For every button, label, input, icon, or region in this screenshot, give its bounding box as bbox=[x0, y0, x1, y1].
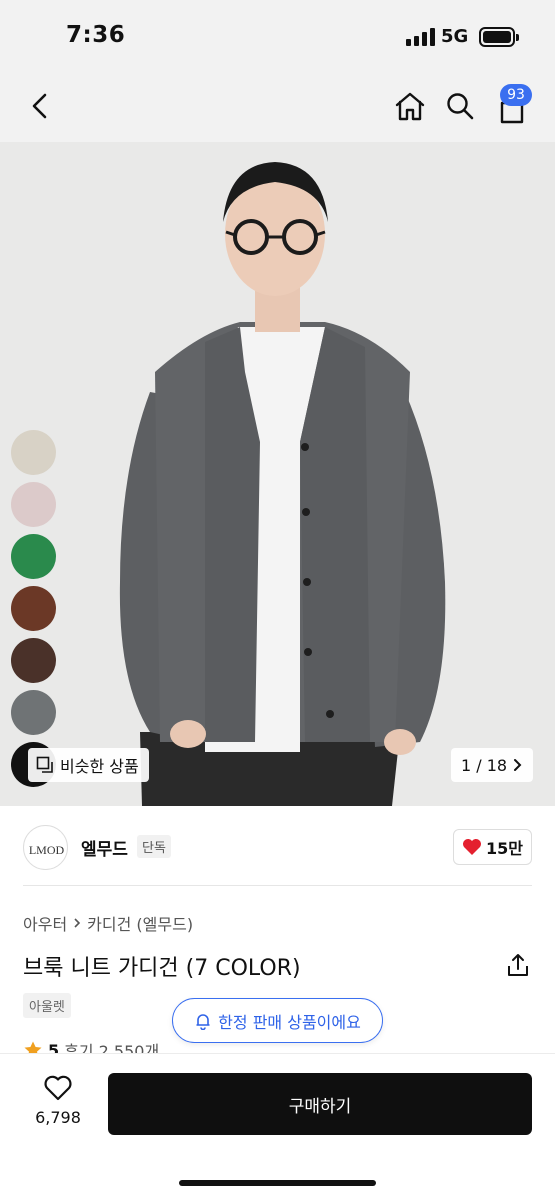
share-button[interactable] bbox=[504, 951, 532, 979]
outlet-tag: 아울렛 bbox=[23, 993, 71, 1018]
color-swatch[interactable] bbox=[11, 482, 56, 527]
chevron-left-icon bbox=[32, 93, 47, 119]
breadcrumb: 아우터 카디건 (엘무드) bbox=[23, 911, 193, 935]
heart-filled-icon bbox=[463, 839, 481, 855]
brand-logo[interactable]: LMOD bbox=[23, 825, 68, 870]
exclusive-badge: 단독 bbox=[137, 835, 171, 858]
status-bar: 7:36 5G bbox=[0, 0, 555, 72]
color-swatch[interactable] bbox=[11, 534, 56, 579]
share-icon bbox=[508, 954, 528, 976]
status-time: 7:36 bbox=[66, 22, 126, 48]
brand-row: LMOD 엘무드 단독 15만 bbox=[0, 806, 555, 886]
brand-name[interactable]: 엘무드 bbox=[81, 835, 128, 860]
cart-count-badge: 93 bbox=[500, 84, 532, 106]
color-swatch[interactable] bbox=[11, 638, 56, 683]
product-title: 브룩 니트 가디건 (7 COLOR) bbox=[23, 956, 301, 981]
limited-sale-notice: 한정 판매 상품이에요 bbox=[172, 998, 383, 1043]
bottom-action-bar: 6,798 구매하기 bbox=[0, 1053, 555, 1200]
nav-bar: 93 bbox=[0, 72, 555, 142]
breadcrumb-item[interactable]: 카디건 (엘무드) bbox=[87, 911, 193, 935]
breadcrumb-item[interactable]: 아우터 bbox=[23, 911, 67, 935]
home-icon bbox=[395, 92, 425, 121]
chevron-right-icon bbox=[514, 759, 522, 771]
heart-outline-icon bbox=[44, 1075, 72, 1101]
similar-items-icon bbox=[36, 756, 53, 773]
image-page-indicator[interactable]: 1 / 18 bbox=[451, 748, 534, 782]
bell-icon bbox=[196, 1013, 210, 1030]
similar-products-label: 비슷한 상품 bbox=[60, 757, 139, 776]
back-button[interactable] bbox=[20, 86, 60, 126]
color-swatch[interactable] bbox=[11, 690, 56, 735]
brand-logo-mark: LMOD bbox=[29, 843, 65, 857]
color-swatch[interactable] bbox=[11, 586, 56, 631]
home-indicator bbox=[179, 1180, 376, 1186]
search-button[interactable] bbox=[440, 86, 480, 126]
product-image-carousel[interactable]: 비슷한 상품 1 / 18 bbox=[0, 142, 555, 806]
cellular-signal-icon bbox=[406, 28, 436, 46]
buy-button[interactable]: 구매하기 bbox=[108, 1073, 532, 1135]
wishlist-count: 6,798 bbox=[35, 1108, 81, 1127]
product-photo bbox=[0, 142, 555, 806]
home-button[interactable] bbox=[390, 86, 430, 126]
network-type: 5G bbox=[441, 26, 469, 47]
wishlist-button[interactable]: 6,798 bbox=[30, 1074, 86, 1127]
svg-text:LMOD: LMOD bbox=[29, 843, 65, 857]
search-icon bbox=[447, 93, 474, 120]
brand-like-button[interactable]: 15만 bbox=[453, 829, 532, 865]
color-swatch-list bbox=[11, 430, 56, 794]
similar-products-button[interactable]: 비슷한 상품 bbox=[28, 748, 149, 782]
brand-like-count: 15만 bbox=[486, 839, 523, 858]
battery-icon bbox=[479, 27, 519, 47]
color-swatch[interactable] bbox=[11, 430, 56, 475]
divider bbox=[23, 885, 532, 886]
page-indicator-text: 1 / 18 bbox=[461, 755, 508, 775]
chevron-right-icon bbox=[74, 918, 81, 928]
limited-sale-text: 한정 판매 상품이에요 bbox=[218, 1012, 361, 1032]
